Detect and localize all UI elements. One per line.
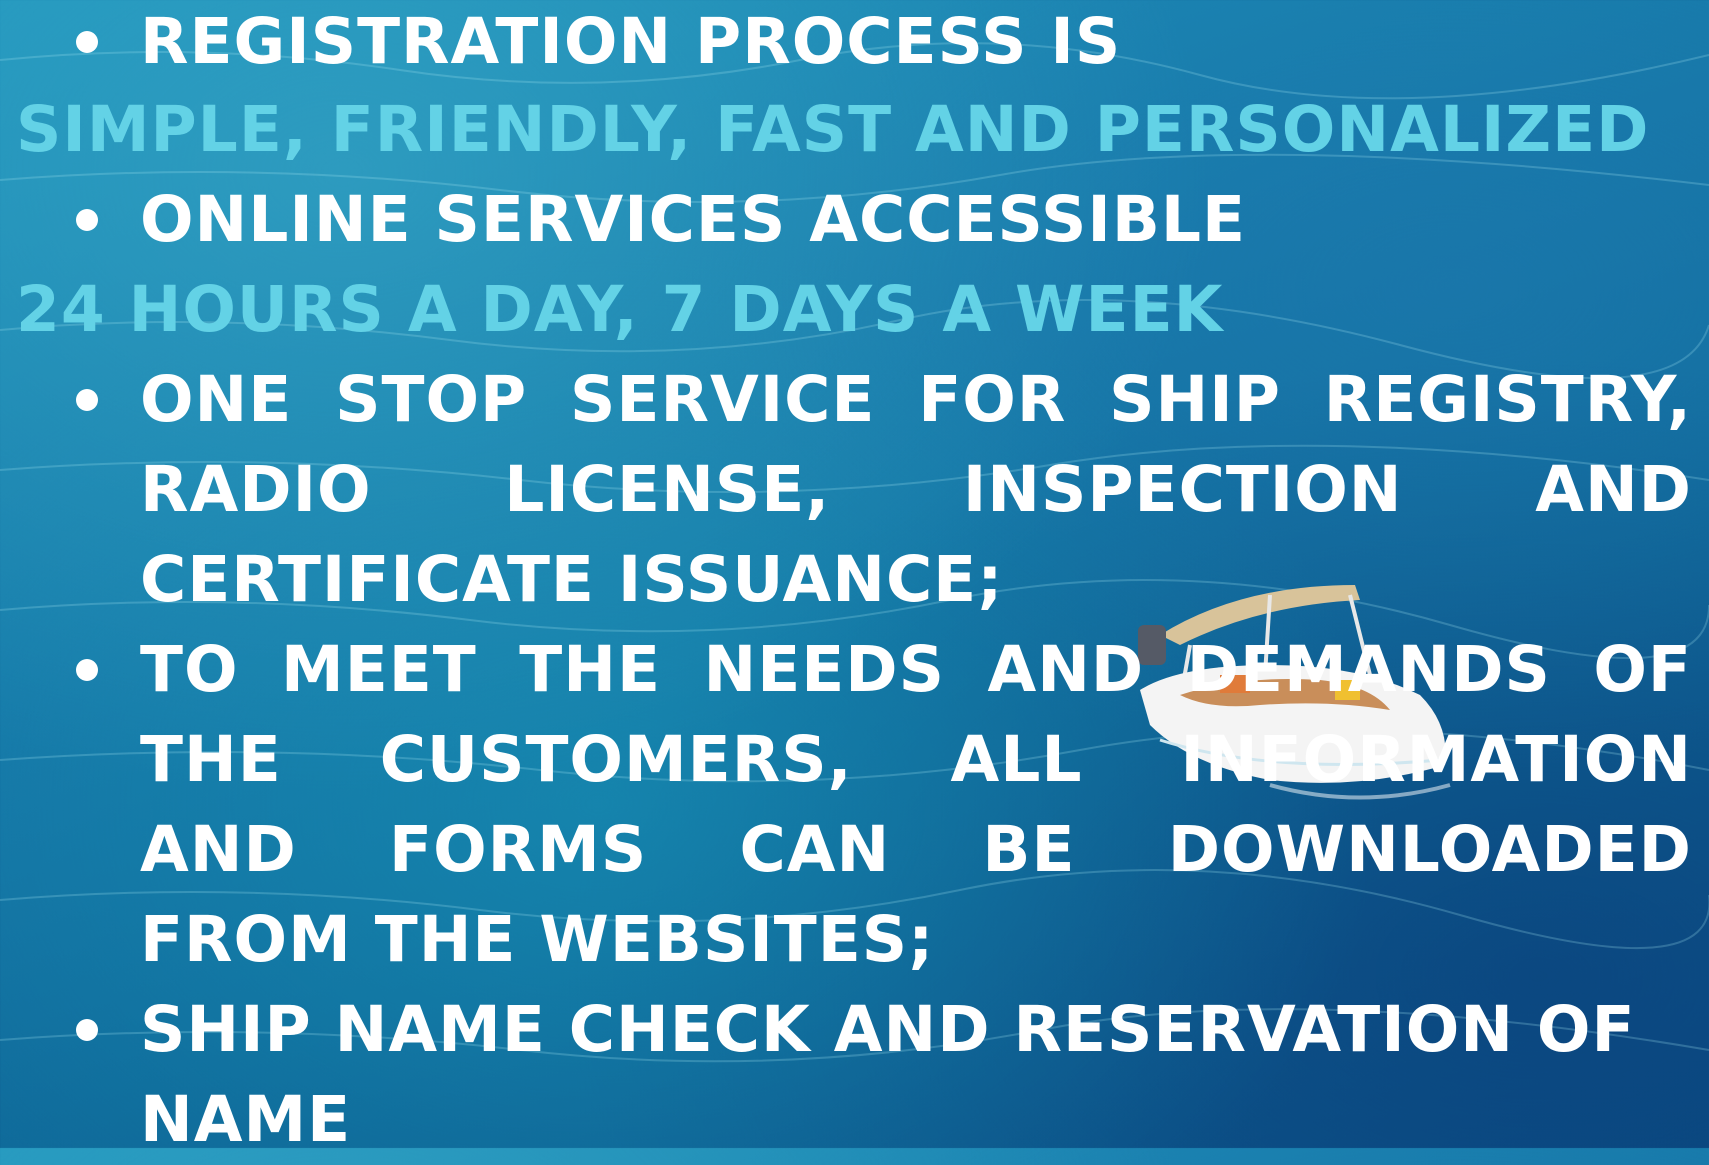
word: AND xyxy=(987,633,1145,706)
item-3-line-1: ONE STOP SERVICE FOR SHIP REGISTRY, xyxy=(140,355,1692,445)
item-4-line-3: AND FORMS CAN BE DOWNLOADED xyxy=(140,805,1692,895)
word: FORMS xyxy=(389,813,648,886)
word: RADIO xyxy=(140,453,372,526)
item-3-line-3: CERTIFICATE ISSUANCE; xyxy=(140,543,1004,616)
bullet-dot xyxy=(76,31,98,53)
word: THE xyxy=(519,633,661,706)
word: BE xyxy=(982,813,1076,886)
item-5-line-1: SHIP NAME CHECK AND RESERVATION OF xyxy=(140,993,1636,1066)
word: LICENSE, xyxy=(504,453,831,526)
item-1-subtext: SIMPLE, FRIENDLY, FAST AND PERSONALIZED xyxy=(16,93,1650,166)
word: REGISTRY, xyxy=(1323,363,1692,436)
word: DOWNLOADED xyxy=(1167,813,1692,886)
item-2-text: ONLINE SERVICES ACCESSIBLE xyxy=(140,183,1247,256)
word: CUSTOMERS, xyxy=(379,723,853,796)
word: THE xyxy=(140,723,282,796)
word: FOR xyxy=(918,363,1067,436)
word: OF xyxy=(1593,633,1692,706)
word: DEMANDS xyxy=(1186,633,1551,706)
item-4-line-1: TO MEET THE NEEDS AND DEMANDS OF xyxy=(140,625,1692,715)
item-3-line-2: RADIO LICENSE, INSPECTION AND xyxy=(140,445,1692,535)
word: ONE xyxy=(140,363,293,436)
bullet-dot xyxy=(76,1019,98,1041)
word: TO xyxy=(140,633,239,706)
item-5-line-2: NAME xyxy=(140,1083,352,1156)
word: ALL xyxy=(950,723,1083,796)
word: INFORMATION xyxy=(1180,723,1692,796)
word: AND xyxy=(140,813,297,886)
item-4-line-4: FROM THE WEBSITES; xyxy=(140,903,935,976)
item-1-text: REGISTRATION PROCESS IS xyxy=(140,5,1122,78)
word: AND xyxy=(1535,453,1692,526)
word: SERVICE xyxy=(570,363,876,436)
feature-list: REGISTRATION PROCESS IS SIMPLE, FRIENDLY… xyxy=(0,0,1709,1156)
item-4-line-2: THE CUSTOMERS, ALL INFORMATION xyxy=(140,715,1692,805)
word: NEEDS xyxy=(703,633,945,706)
word: CAN xyxy=(739,813,891,886)
word: SHIP xyxy=(1109,363,1281,436)
word: MEET xyxy=(281,633,477,706)
item-2-subtext: 24 HOURS A DAY, 7 DAYS A WEEK xyxy=(16,273,1224,346)
word: STOP xyxy=(335,363,528,436)
bullet-dot xyxy=(76,209,98,231)
bullet-dot xyxy=(76,389,98,411)
word: INSPECTION xyxy=(962,453,1403,526)
bullet-dot xyxy=(76,659,98,681)
